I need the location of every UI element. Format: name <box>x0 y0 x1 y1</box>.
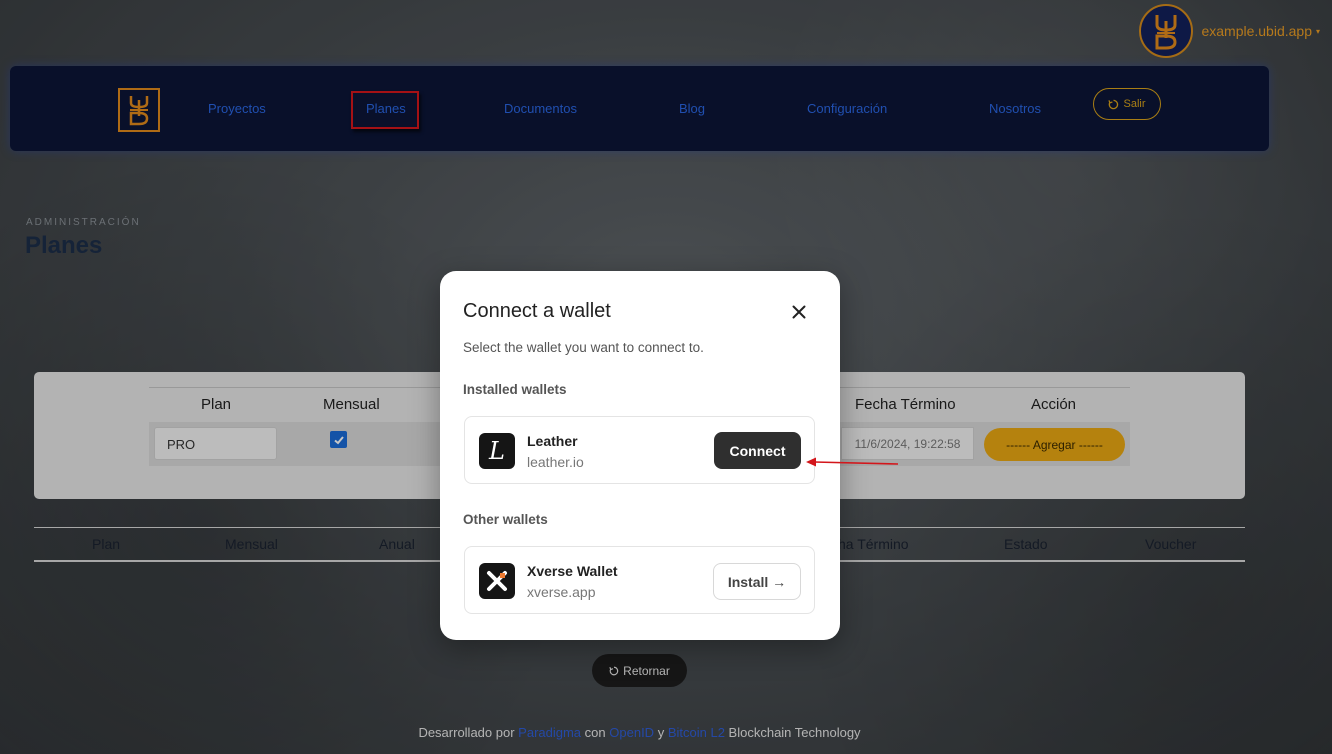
annotation-arrow-icon <box>806 457 899 467</box>
